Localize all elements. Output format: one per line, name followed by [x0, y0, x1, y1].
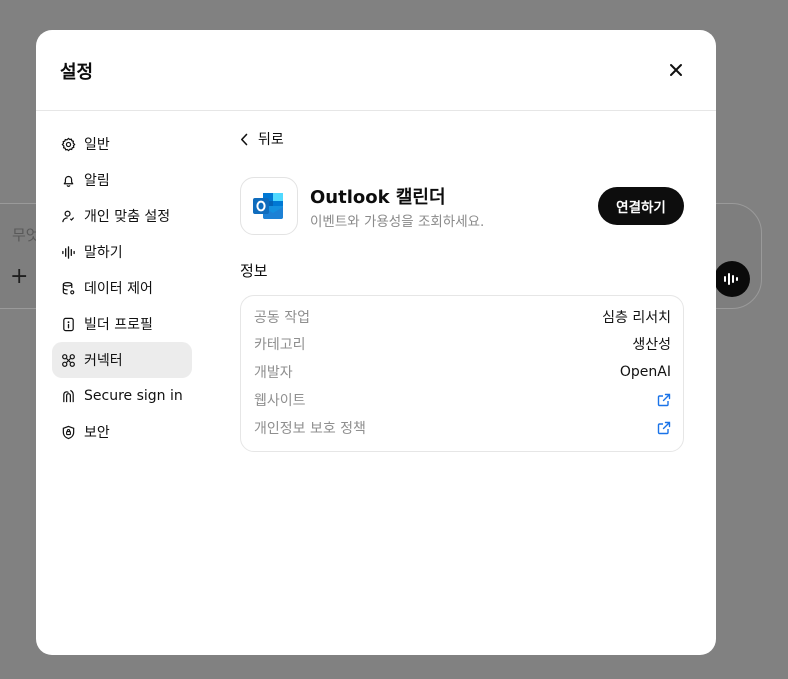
- outlook-icon: [253, 193, 283, 219]
- sidebar-item-builder-profile[interactable]: 빌더 프로필: [52, 306, 192, 342]
- sidebar-item-label: 커넥터: [84, 353, 123, 369]
- modal-header: 설정: [36, 30, 716, 111]
- info-row-website: 웹사이트: [254, 390, 671, 410]
- info-section-title: 정보: [240, 262, 268, 280]
- sidebar-item-label: 말하기: [84, 245, 123, 261]
- back-button[interactable]: 뒤로: [240, 126, 684, 152]
- bell-icon: [60, 172, 76, 188]
- connectors-icon: [60, 352, 76, 368]
- sidebar-item-label: 일반: [84, 137, 110, 153]
- info-row-developer: 개발자 OpenAI: [254, 362, 671, 382]
- info-row-collaboration: 공동 작업 심층 리서치: [254, 307, 671, 327]
- connect-button[interactable]: 연결하기: [598, 187, 684, 225]
- chevron-left-icon: [241, 133, 248, 145]
- voice-wave-icon: [724, 273, 738, 285]
- sidebar-item-general[interactable]: 일반: [52, 126, 192, 162]
- secure-sign-in-icon: [60, 388, 76, 404]
- info-row-category: 카테고리 생산성: [254, 334, 671, 354]
- info-value: 심층 리서치: [602, 310, 671, 326]
- connector-detail: 뒤로 Outlook 캘린더 이벤트와 가용성을 조회하세요. 연결하기 정보 …: [240, 126, 684, 452]
- connector-name: Outlook 캘린더: [310, 187, 446, 208]
- info-label: 개발자: [254, 365, 293, 381]
- background-plus-icon: +: [10, 264, 29, 289]
- settings-sidebar: 일반 알림 개인 맞춤 설정 말하기 데이터 제어 빌더 프로필 커넥터 Sec…: [52, 126, 192, 450]
- connector-description: 이벤트와 가용성을 조회하세요.: [310, 214, 485, 230]
- sidebar-item-label: 알림: [84, 173, 110, 189]
- sidebar-item-secure-sign-in[interactable]: Secure sign in: [52, 378, 192, 414]
- close-icon: [670, 64, 682, 76]
- database-icon: [60, 280, 76, 296]
- voice-wave-icon: [60, 244, 76, 260]
- sidebar-item-data-controls[interactable]: 데이터 제어: [52, 270, 192, 306]
- modal-title: 설정: [60, 62, 94, 83]
- gear-icon: [60, 136, 76, 152]
- back-label: 뒤로: [258, 132, 284, 148]
- info-label: 공동 작업: [254, 310, 310, 326]
- settings-modal: 설정 일반 알림 개인 맞춤 설정 말하기 데이터 제어 빌더 프로필 커넥터 …: [36, 30, 716, 655]
- info-label: 개인정보 보호 정책: [254, 421, 366, 437]
- info-label: 웹사이트: [254, 393, 306, 409]
- connector-header: Outlook 캘린더 이벤트와 가용성을 조회하세요. 연결하기: [240, 177, 684, 235]
- outlook-calendar-logo: [240, 177, 298, 235]
- sidebar-item-label: 데이터 제어: [84, 281, 153, 297]
- sidebar-item-label: 빌더 프로필: [84, 317, 153, 333]
- background-voice-button: [714, 261, 750, 297]
- sidebar-item-personalization[interactable]: 개인 맞춤 설정: [52, 198, 192, 234]
- sidebar-item-connectors[interactable]: 커넥터: [52, 342, 192, 378]
- sidebar-item-speech[interactable]: 말하기: [52, 234, 192, 270]
- close-button[interactable]: [664, 58, 688, 82]
- info-card: 공동 작업 심층 리서치 카테고리 생산성 개발자 OpenAI 웹사이트 개인…: [240, 295, 684, 452]
- info-row-privacy-policy: 개인정보 보호 정책: [254, 418, 671, 438]
- external-link-icon[interactable]: [657, 393, 671, 407]
- info-value: OpenAI: [619, 364, 671, 380]
- personalization-icon: [60, 208, 76, 224]
- id-card-icon: [60, 316, 76, 332]
- sidebar-item-label: 개인 맞춤 설정: [84, 209, 171, 225]
- info-label: 카테고리: [254, 337, 306, 353]
- sidebar-item-notifications[interactable]: 알림: [52, 162, 192, 198]
- shield-lock-icon: [60, 424, 76, 440]
- external-link-icon[interactable]: [657, 421, 671, 435]
- info-value: 생산성: [632, 337, 671, 353]
- sidebar-item-security[interactable]: 보안: [52, 414, 192, 450]
- sidebar-item-label: Secure sign in: [84, 388, 183, 404]
- sidebar-item-label: 보안: [84, 425, 110, 441]
